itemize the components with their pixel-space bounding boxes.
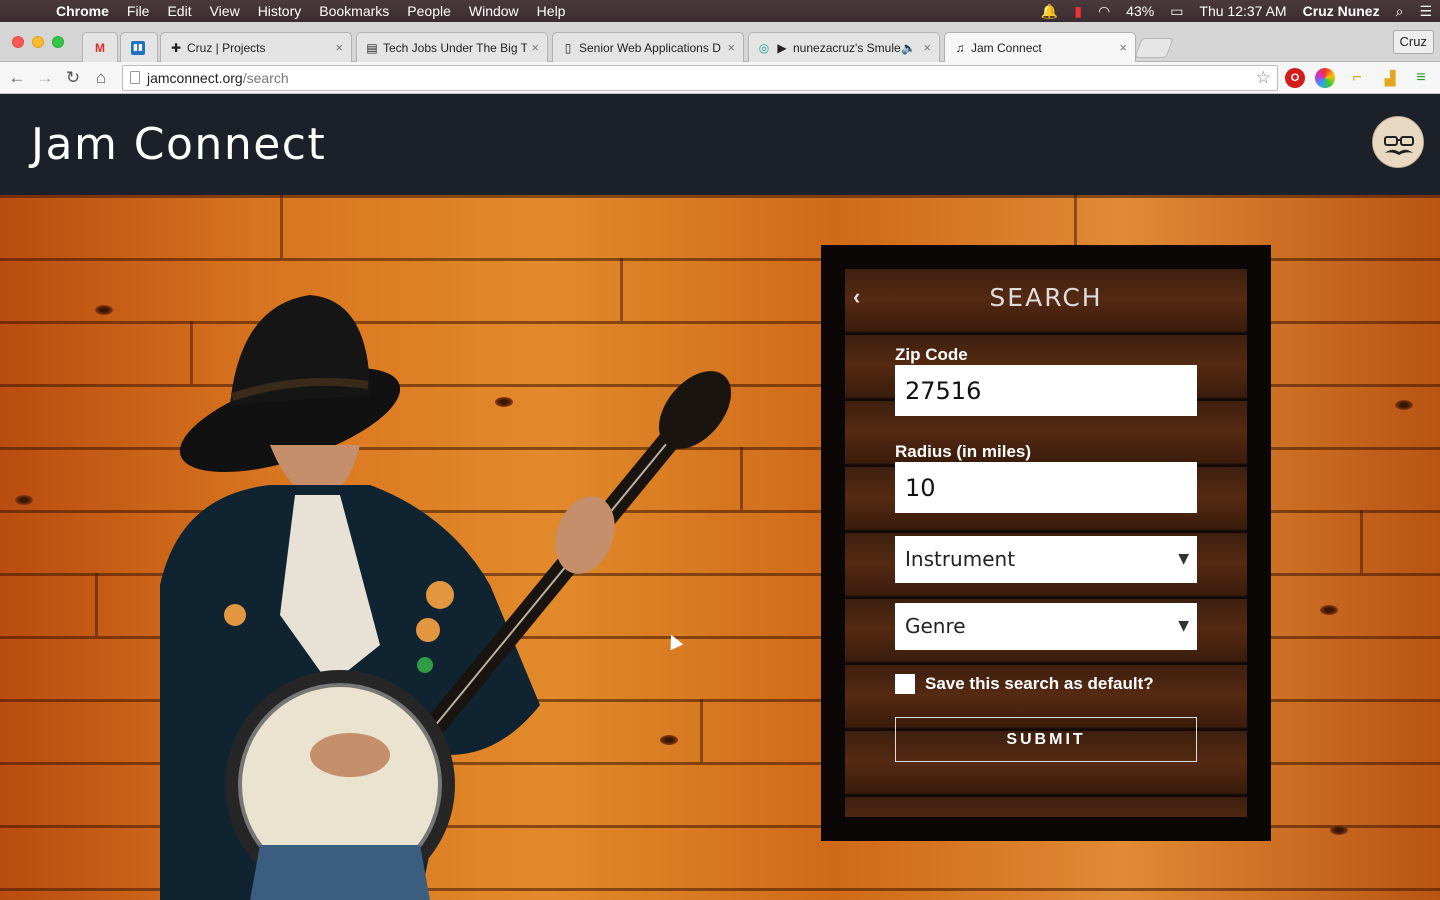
avatar[interactable] — [1372, 116, 1424, 168]
caret-down-icon: ▼ — [1178, 618, 1189, 634]
back-arrow-icon[interactable]: ← — [6, 67, 28, 89]
zip-code-label: Zip Code — [895, 345, 968, 364]
window-close-button[interactable] — [12, 36, 24, 48]
menu-icon[interactable]: ≡ — [1411, 68, 1431, 88]
wood-knot — [15, 495, 33, 505]
tab-tech-jobs[interactable]: ▤ Tech Jobs Under The Big T × — [356, 32, 548, 62]
tab-trello[interactable]: ▮▮ — [120, 32, 158, 62]
menu-edit[interactable]: Edit — [158, 0, 200, 22]
forward-arrow-icon[interactable]: → — [34, 67, 56, 89]
wood-knot — [1330, 825, 1348, 835]
mustache-avatar-icon — [1373, 117, 1423, 167]
gmail-icon: M — [95, 40, 105, 55]
macos-menubar: Chrome File Edit View History Bookmarks … — [0, 0, 1440, 22]
url-host: jamconnect.org — [147, 70, 243, 86]
music-note-icon: ♫ — [955, 40, 965, 55]
tab-close-icon[interactable]: × — [1119, 40, 1127, 55]
tab-title: nunezacruz's Smule — [793, 40, 901, 55]
tab-title: Senior Web Applications D — [579, 40, 721, 55]
opera-extension-icon[interactable]: O — [1285, 68, 1305, 88]
instrument-select-value: Instrument — [905, 547, 1016, 571]
menu-window[interactable]: Window — [460, 0, 528, 22]
menubar-clock[interactable]: Thu 12:37 AM — [1191, 3, 1294, 19]
stats-extension-icon[interactable]: ▟ — [1380, 68, 1400, 88]
home-icon[interactable]: ⌂ — [90, 67, 112, 89]
banjo-player-image — [160, 295, 732, 900]
plank-seam — [1074, 195, 1077, 245]
app-header: Jam Connect — [0, 95, 1440, 195]
profile-button[interactable]: Cruz — [1392, 30, 1434, 54]
battery-icon: ▭ — [1170, 2, 1184, 19]
menu-people[interactable]: People — [398, 0, 460, 22]
radius-input[interactable] — [895, 462, 1197, 513]
genre-select[interactable]: Genre ▼ — [895, 603, 1197, 650]
color-wheel-extension-icon[interactable] — [1315, 68, 1335, 88]
flag-icon[interactable]: ▮ — [1066, 3, 1090, 20]
ruler-extension-icon[interactable]: ⌐ — [1347, 68, 1367, 88]
plank-seam — [1360, 510, 1363, 573]
notification-center-icon[interactable]: ☰ — [1411, 3, 1440, 20]
tab-smule[interactable]: ◎ ▶ nunezacruz's Smule 🔈 × — [748, 32, 940, 62]
tab-close-icon[interactable]: × — [727, 40, 735, 55]
zip-code-input[interactable] — [895, 365, 1197, 416]
menu-history[interactable]: History — [249, 0, 311, 22]
tab-strip: M ▮▮ ✚ Cruz | Projects × ▤ Tech Jobs Und… — [0, 22, 1440, 62]
menu-view[interactable]: View — [201, 0, 249, 22]
window-minimize-button[interactable] — [32, 36, 44, 48]
tab-close-icon[interactable]: × — [923, 40, 931, 55]
speaker-icon[interactable]: 🔈 — [901, 41, 916, 55]
wood-knot — [1320, 605, 1338, 615]
url-path: /search — [242, 70, 289, 86]
tab-projects[interactable]: ✚ Cruz | Projects × — [160, 32, 352, 62]
menubar-status-area: 🔔 ▮ ◠ 43% ▭ Thu 12:37 AM Cruz Nunez ⌕ ☰ — [1033, 0, 1440, 22]
page-icon — [130, 71, 140, 84]
tab-close-icon[interactable]: × — [531, 40, 539, 55]
page-icon: ▤ — [366, 40, 378, 55]
tab-title: Jam Connect — [971, 40, 1042, 55]
tab-title: Cruz | Projects — [187, 40, 266, 55]
instrument-select[interactable]: Instrument ▼ — [895, 536, 1197, 583]
playing-icon: ▶ — [777, 40, 787, 55]
caret-down-icon: ▼ — [1178, 551, 1189, 567]
new-tab-button[interactable] — [1134, 38, 1174, 58]
doc-icon: ▯ — [564, 40, 572, 55]
window-maximize-button[interactable] — [52, 36, 64, 48]
menu-bookmarks[interactable]: Bookmarks — [310, 0, 398, 22]
tab-senior-web[interactable]: ▯ Senior Web Applications D × — [552, 32, 744, 62]
menubar-user[interactable]: Cruz Nunez — [1295, 3, 1388, 19]
trello-icon: ▮▮ — [131, 40, 145, 55]
brand-title[interactable]: Jam Connect — [31, 119, 326, 170]
menu-file[interactable]: File — [118, 0, 159, 22]
plank-seam — [95, 573, 98, 636]
smule-icon: ◎ — [758, 40, 770, 55]
bookmark-star-icon[interactable]: ☆ — [1256, 66, 1271, 90]
address-bar[interactable]: jamconnect.org/search ☆ — [122, 65, 1278, 91]
tab-title: Tech Jobs Under The Big T — [383, 40, 528, 55]
wood-knot — [95, 305, 113, 315]
tab-gmail[interactable]: M — [82, 32, 118, 62]
submit-button[interactable]: SUBMIT — [895, 717, 1197, 762]
menu-app-name[interactable]: Chrome — [56, 0, 118, 22]
menu-help[interactable]: Help — [528, 0, 575, 22]
plank-seam — [740, 447, 743, 510]
reload-icon[interactable]: ↻ — [62, 67, 84, 89]
battery-percent[interactable]: 43% — [1118, 3, 1162, 19]
tab-jam-connect[interactable]: ♫ Jam Connect × — [944, 32, 1136, 62]
tab-close-icon[interactable]: × — [335, 40, 343, 55]
notification-bell-icon[interactable]: 🔔 — [1033, 3, 1066, 20]
spotlight-search-icon[interactable]: ⌕ — [1388, 3, 1412, 20]
save-default-label[interactable]: Save this search as default? — [925, 674, 1154, 694]
plus-icon: ✚ — [170, 40, 182, 55]
browser-toolbar: ← → ↻ ⌂ jamconnect.org/search ☆ O ⌐ ▟ ≡ — [0, 62, 1440, 94]
search-title: SEARCH — [989, 283, 1103, 312]
save-default-checkbox[interactable] — [895, 674, 915, 694]
plank-seam — [280, 195, 283, 258]
genre-select-value: Genre — [905, 614, 966, 638]
wifi-icon[interactable]: ◠ — [1090, 3, 1118, 20]
wood-knot — [1395, 400, 1413, 410]
radius-label: Radius (in miles) — [895, 442, 1032, 461]
